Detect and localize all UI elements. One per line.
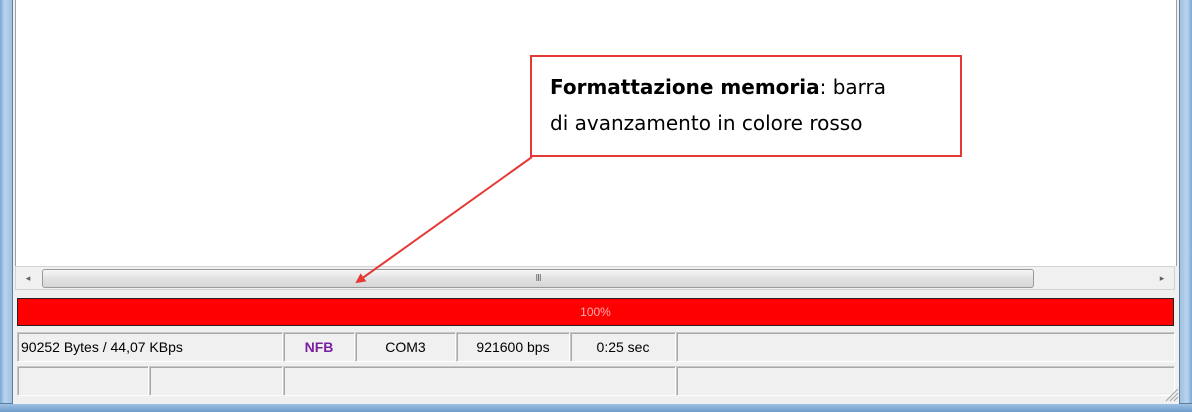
window-frame-right: [1179, 0, 1192, 412]
status-cell: [149, 366, 283, 396]
progress-percentage: 100%: [580, 305, 611, 319]
status-transfer-rate: 90252 Bytes / 44,07 KBps: [17, 332, 283, 362]
horizontal-scrollbar[interactable]: ◂ III ▸: [15, 266, 1175, 290]
annotation-text: : barra: [819, 75, 887, 99]
annotation-title: Formattazione memoria: [550, 75, 820, 99]
window-frame-bottom: [0, 403, 1192, 412]
status-bar-secondary: [17, 366, 1175, 398]
status-mode-badge: NFB: [283, 332, 355, 362]
scroll-right-arrow-icon[interactable]: ▸: [1150, 267, 1174, 289]
mode-label: NFB: [304, 339, 334, 355]
status-baud-rate: 921600 bps: [456, 332, 570, 362]
annotation-callout: Formattazione memoria: barra di avanzame…: [530, 55, 962, 157]
annotation-text-line2: di avanzamento in colore rosso: [550, 111, 863, 135]
status-elapsed-time: 0:25 sec: [570, 332, 676, 362]
scrollbar-thumb[interactable]: III: [42, 269, 1034, 288]
status-cell: [676, 366, 1175, 396]
status-port: COM3: [355, 332, 456, 362]
scroll-left-arrow-icon[interactable]: ◂: [16, 267, 40, 289]
grip-icon: III: [535, 273, 541, 284]
resize-grip-icon[interactable]: [1161, 384, 1179, 402]
status-cell: [17, 366, 149, 396]
status-bar-primary: 90252 Bytes / 44,07 KBps NFB COM3 921600…: [17, 332, 1175, 364]
window-frame-left: [0, 0, 13, 412]
progress-bar: 100%: [17, 298, 1174, 326]
status-cell: [283, 366, 676, 396]
status-extra: [676, 332, 1175, 362]
